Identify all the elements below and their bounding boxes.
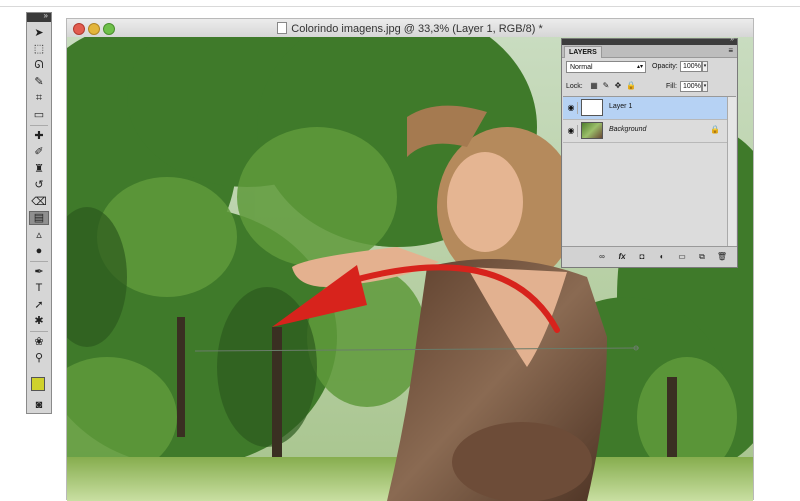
custom-shape-tool-icon[interactable]: ✱ [29, 314, 49, 328]
group-icon[interactable]: ▭ [676, 251, 688, 263]
layers-footer: ∞ fx ◘ ◐ ▭ ⧉ 🗑 [562, 246, 737, 267]
trash-icon[interactable]: 🗑 [716, 251, 728, 263]
dodge-tool-icon[interactable]: ● [29, 244, 49, 258]
layer-lock-icon: 🔒 [710, 125, 720, 134]
quick-mask-icon[interactable]: ◙ [29, 398, 49, 412]
toolbox-separator [30, 331, 48, 332]
layer-list-scrollbar[interactable] [727, 97, 736, 249]
fill-dropdown-icon[interactable]: ▾ [702, 81, 708, 92]
layer-name: Background [609, 126, 647, 133]
fx-icon[interactable]: fx [616, 251, 628, 263]
visibility-eye-icon[interactable]: ◉ [565, 102, 578, 114]
tools-panel: » ➤ ⬚ ᘏ ✎ ⌗ ▭ ✚ ✐ ♜ ↺ ⌫ ▤ ▵ ● ✒ T ➚ ✱ ❀ ⚲ ◙ [26, 11, 52, 414]
blend-row: Normal ▴▾ Opacity: 100% ▾ [566, 61, 734, 75]
brush-tool-icon[interactable]: ✐ [29, 145, 49, 159]
dropdown-arrow-icon: ▴▾ [636, 64, 643, 70]
document-icon [277, 22, 288, 34]
lock-label: Lock: [566, 83, 583, 90]
fill-label: Fill: [666, 83, 677, 90]
3d-rotate-tool-icon[interactable]: ❀ [29, 334, 49, 348]
marquee-tool-icon[interactable]: ⬚ [29, 42, 49, 56]
type-tool-icon[interactable]: T [29, 281, 49, 295]
blur-tool-icon[interactable]: ▵ [29, 227, 49, 241]
blend-mode-select[interactable]: Normal ▴▾ [566, 61, 646, 73]
lock-row: Lock: ▦ ✎ ✥ 🔒 Fill: 100% ▾ [566, 81, 734, 95]
document-title-text: Colorindo imagens.jpg @ 33,3% (Layer 1, … [291, 23, 543, 35]
layers-tab[interactable]: LAYERS [564, 46, 602, 58]
layers-tab-row: LAYERS ≡ [562, 45, 737, 58]
document-title: Colorindo imagens.jpg @ 33,3% (Layer 1, … [67, 22, 753, 35]
lock-image-icon[interactable]: ✎ [602, 82, 610, 90]
lasso-tool-icon[interactable]: ᘏ [29, 58, 49, 72]
ruler-tool-icon[interactable]: ▭ [29, 108, 49, 122]
zoom-tool-icon[interactable]: ⚲ [29, 351, 49, 365]
lock-all-icon[interactable]: 🔒 [626, 82, 636, 90]
layer-list: ◉ Layer 1 ◉ Background 🔒 [563, 96, 736, 249]
quick-selection-tool-icon[interactable]: ✎ [29, 75, 49, 89]
healing-brush-tool-icon[interactable]: ✚ [29, 128, 49, 142]
foreground-color-swatch[interactable] [31, 377, 45, 391]
opacity-input[interactable]: 100% [680, 61, 702, 72]
move-tool-icon[interactable]: ➤ [29, 25, 49, 39]
new-layer-icon[interactable]: ⧉ [696, 251, 708, 263]
history-brush-tool-icon[interactable]: ↺ [29, 178, 49, 192]
toolbox-grip[interactable]: » [27, 11, 51, 22]
gradient-tool-icon[interactable]: ▤ [29, 210, 49, 225]
layer-row-layer-1[interactable]: ◉ Layer 1 [563, 97, 728, 120]
toolbox-separator [30, 261, 48, 262]
lock-transparent-icon[interactable]: ▦ [590, 82, 598, 90]
lock-position-icon[interactable]: ✥ [614, 82, 622, 90]
link-icon[interactable]: ∞ [596, 251, 608, 263]
clone-stamp-tool-icon[interactable]: ♜ [29, 161, 49, 175]
opacity-dropdown-icon[interactable]: ▾ [702, 61, 708, 72]
crop-tool-icon[interactable]: ⌗ [29, 91, 49, 105]
mask-icon[interactable]: ◘ [636, 251, 648, 263]
document-titlebar[interactable]: Colorindo imagens.jpg @ 33,3% (Layer 1, … [67, 19, 753, 38]
collapse-panel-icon[interactable]: » [730, 36, 734, 43]
background-thumbnail [581, 122, 603, 139]
layers-panel: » LAYERS ≡ Normal ▴▾ Opacity: 100% ▾ Loc… [561, 36, 738, 268]
collapse-icon[interactable]: » [44, 11, 48, 20]
opacity-label: Opacity: [652, 63, 678, 70]
adjustment-icon[interactable]: ◐ [656, 251, 668, 263]
layer-name: Layer 1 [609, 103, 633, 110]
visibility-eye-icon[interactable]: ◉ [565, 125, 578, 137]
pen-tool-icon[interactable]: ✒ [29, 264, 49, 278]
path-selection-tool-icon[interactable]: ➚ [29, 297, 49, 311]
panel-menu-icon[interactable]: ≡ [728, 46, 733, 55]
eraser-tool-icon[interactable]: ⌫ [29, 194, 49, 208]
toolbox-separator [30, 125, 48, 126]
top-divider [0, 6, 800, 7]
fill-input[interactable]: 100% [680, 81, 702, 92]
layer-row-background[interactable]: ◉ Background 🔒 [563, 120, 728, 143]
layer-thumbnail [581, 99, 603, 116]
blend-mode-value: Normal [570, 64, 593, 71]
